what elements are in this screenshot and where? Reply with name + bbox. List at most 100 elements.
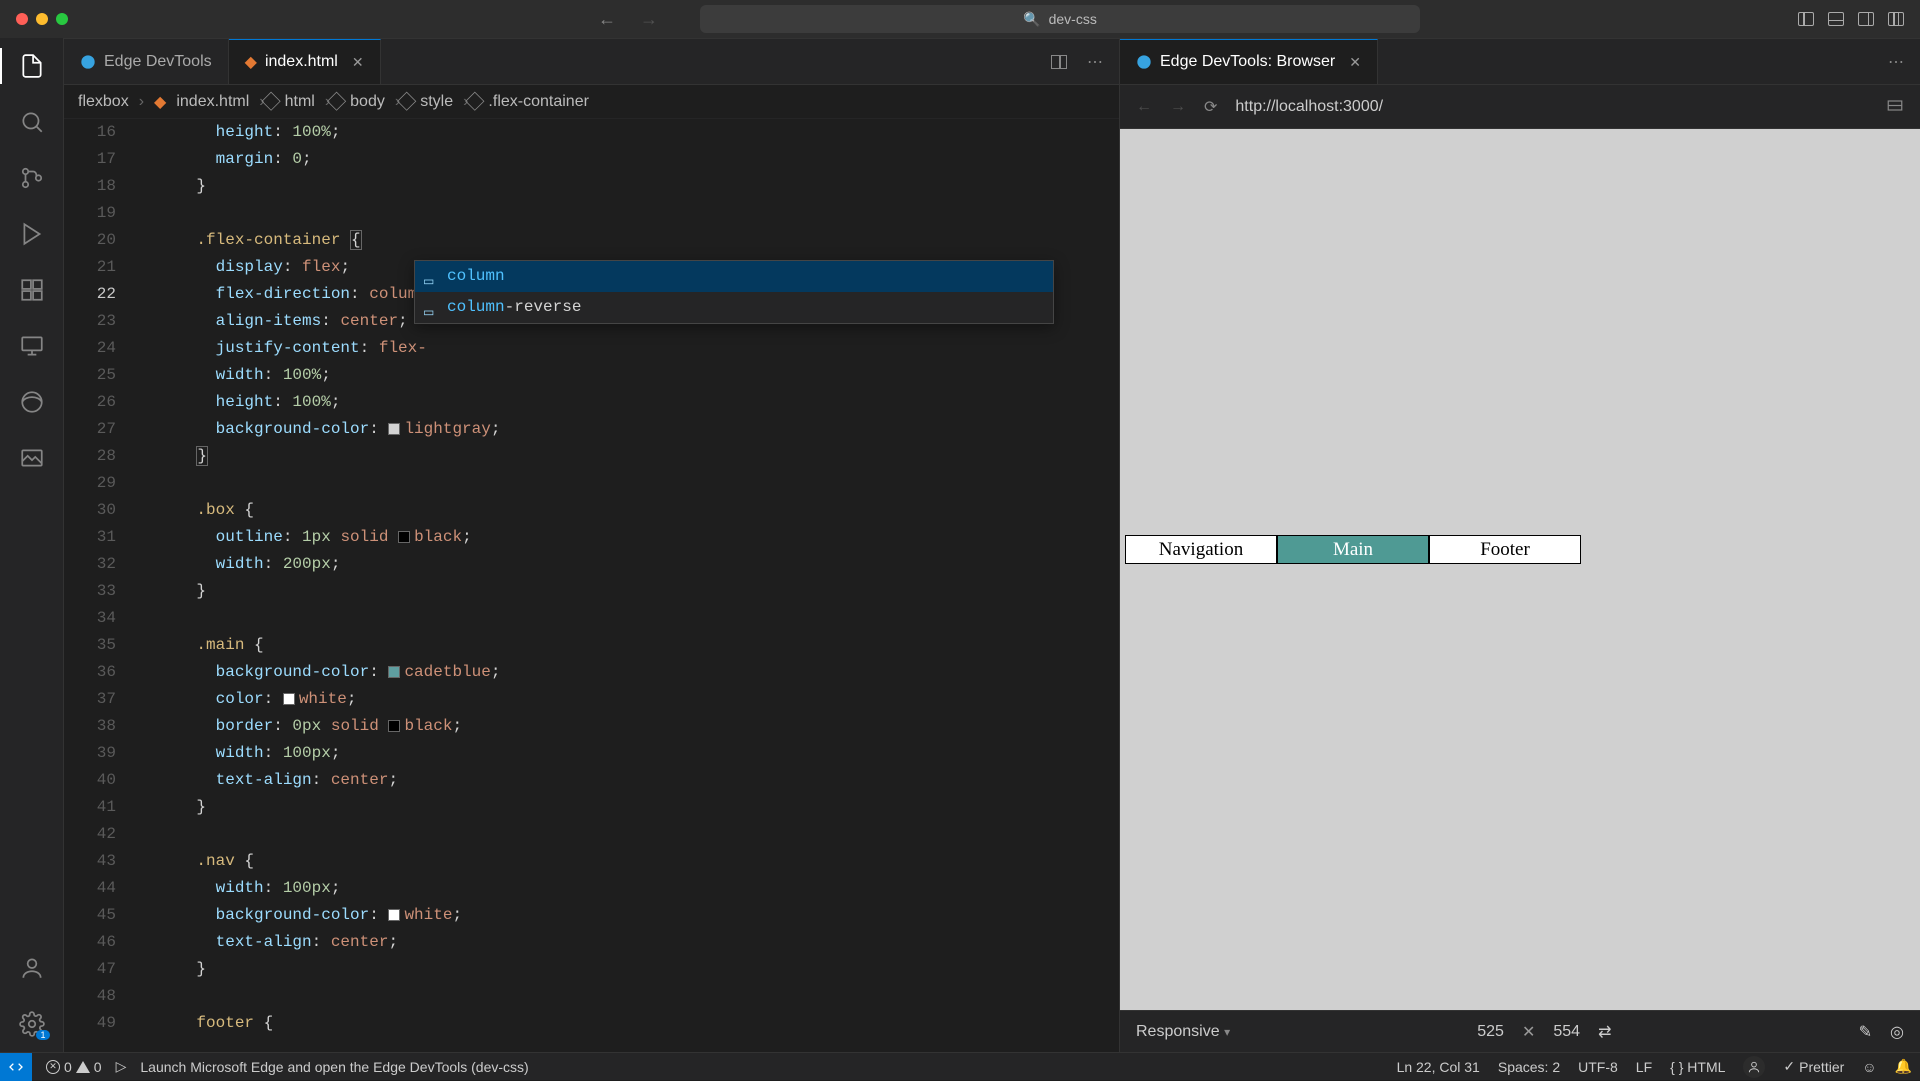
code-line[interactable]: .main { xyxy=(158,632,1119,659)
code-line[interactable]: margin: 0; xyxy=(158,146,1119,173)
close-window-icon[interactable] xyxy=(16,13,28,25)
more-actions-icon[interactable]: ⋯ xyxy=(1888,52,1904,72)
extensions-icon[interactable] xyxy=(18,276,46,304)
encoding[interactable]: UTF-8 xyxy=(1578,1059,1618,1075)
source-control-icon[interactable] xyxy=(18,164,46,192)
code-line[interactable]: text-align: center; xyxy=(158,767,1119,794)
browser-forward-icon[interactable]: → xyxy=(1170,98,1186,116)
code-line[interactable] xyxy=(158,983,1119,1010)
code-line[interactable]: border: 0px solid black; xyxy=(158,713,1119,740)
screencast-icon[interactable]: ✎ xyxy=(1859,1022,1872,1042)
command-center[interactable]: 🔍 dev-css xyxy=(700,5,1420,33)
code-line[interactable]: text-align: center; xyxy=(158,929,1119,956)
code-line[interactable]: width: 100px; xyxy=(158,740,1119,767)
editor-tabs: Edge DevTools ◆ index.html ✕ ⋯ xyxy=(64,39,1119,85)
forward-icon[interactable]: → xyxy=(640,9,658,30)
explorer-icon[interactable] xyxy=(18,52,46,80)
notifications-icon[interactable]: 🔔 xyxy=(1895,1058,1912,1075)
tab-index-html[interactable]: ◆ index.html ✕ xyxy=(229,39,381,84)
browser-back-icon[interactable]: ← xyxy=(1136,98,1152,116)
language-mode[interactable]: { } HTML xyxy=(1670,1059,1725,1075)
code-line[interactable]: } xyxy=(158,794,1119,821)
code-line[interactable]: background-color: lightgray; xyxy=(158,416,1119,443)
code-line[interactable]: height: 100%; xyxy=(158,389,1119,416)
code-line[interactable]: color: white; xyxy=(158,686,1119,713)
breadcrumb-item[interactable]: index.html xyxy=(176,93,249,111)
browser-url[interactable]: http://localhost:3000/ xyxy=(1235,98,1383,116)
layout-customize-icon[interactable] xyxy=(1888,12,1904,26)
close-tab-icon[interactable]: ✕ xyxy=(352,54,364,71)
code-line[interactable]: } xyxy=(158,578,1119,605)
viewport-mode[interactable]: Responsive ▾ xyxy=(1136,1023,1230,1041)
minimize-window-icon[interactable] xyxy=(36,13,48,25)
code-line[interactable]: .flex-container { xyxy=(158,227,1119,254)
value-icon: ▭ xyxy=(423,269,439,285)
breadcrumb-item[interactable]: style xyxy=(420,93,453,111)
code-line[interactable]: width: 200px; xyxy=(158,551,1119,578)
prettier-status[interactable]: ✓ Prettier xyxy=(1783,1058,1844,1075)
cursor-position[interactable]: Ln 22, Col 31 xyxy=(1397,1059,1480,1075)
code-line[interactable] xyxy=(158,605,1119,632)
breadcrumb-item[interactable]: body xyxy=(350,93,385,111)
breadcrumb-item[interactable]: html xyxy=(285,93,315,111)
launch-message[interactable]: Launch Microsoft Edge and open the Edge … xyxy=(140,1059,528,1075)
intellisense-popup[interactable]: ▭column▭column-reverse xyxy=(414,260,1054,324)
inspect-icon[interactable]: ◎ xyxy=(1890,1022,1904,1042)
back-icon[interactable]: ← xyxy=(598,9,616,30)
remote-explorer-icon[interactable] xyxy=(18,332,46,360)
zoom-window-icon[interactable] xyxy=(56,13,68,25)
breadcrumb[interactable]: flexbox › ◆ index.html › ⃟ html › ⃟ body… xyxy=(64,85,1119,119)
browser-reload-icon[interactable]: ⟳ xyxy=(1204,97,1217,117)
code-line[interactable] xyxy=(158,821,1119,848)
settings-gear-icon[interactable]: 1 xyxy=(18,1010,46,1038)
close-tab-icon[interactable]: ✕ xyxy=(1349,54,1361,71)
chevron-right-icon: › xyxy=(325,93,330,111)
indentation[interactable]: Spaces: 2 xyxy=(1498,1059,1560,1075)
tab-label: Edge DevTools: Browser xyxy=(1160,53,1335,71)
code-line[interactable]: width: 100px; xyxy=(158,875,1119,902)
tab-edge-devtools[interactable]: Edge DevTools xyxy=(64,39,229,84)
split-editor-icon[interactable] xyxy=(1051,55,1067,69)
layout-sidebar-right-icon[interactable] xyxy=(1858,12,1874,26)
search-icon[interactable] xyxy=(18,108,46,136)
rotate-icon[interactable]: ⇄ xyxy=(1598,1022,1611,1042)
problems-indicator[interactable]: ✕ 0 0 xyxy=(46,1059,102,1075)
code-line[interactable]: footer { xyxy=(158,1010,1119,1037)
run-debug-icon[interactable] xyxy=(18,220,46,248)
code-line[interactable]: outline: 1px solid black; xyxy=(158,524,1119,551)
code-line[interactable]: .nav { xyxy=(158,848,1119,875)
code-line[interactable]: } xyxy=(158,173,1119,200)
live-share-icon[interactable] xyxy=(1743,1056,1765,1078)
code-line[interactable]: width: 100%; xyxy=(158,362,1119,389)
breadcrumb-item[interactable]: .flex-container xyxy=(488,93,589,111)
code-line[interactable]: background-color: white; xyxy=(158,902,1119,929)
code-line[interactable]: } xyxy=(158,956,1119,983)
code-lines[interactable]: height: 100%; margin: 0; } .flex-contain… xyxy=(152,119,1119,1052)
code-line[interactable]: .box { xyxy=(158,497,1119,524)
viewport-height[interactable]: 554 xyxy=(1553,1023,1580,1041)
more-actions-icon[interactable]: ⋯ xyxy=(1087,52,1103,72)
suggest-item[interactable]: ▭column-reverse xyxy=(415,292,1053,323)
code-line[interactable]: } xyxy=(158,443,1119,470)
browser-viewport[interactable]: Navigation Main Footer xyxy=(1120,129,1920,1010)
viewport-width[interactable]: 525 xyxy=(1477,1023,1504,1041)
code-line[interactable] xyxy=(158,470,1119,497)
code-line[interactable]: background-color: cadetblue; xyxy=(158,659,1119,686)
gallery-icon[interactable] xyxy=(18,444,46,472)
tab-edge-browser[interactable]: Edge DevTools: Browser ✕ xyxy=(1120,39,1378,84)
code-line[interactable]: justify-content: flex- xyxy=(158,335,1119,362)
code-line[interactable] xyxy=(158,200,1119,227)
remote-indicator[interactable] xyxy=(0,1053,32,1081)
open-devtools-icon[interactable] xyxy=(1886,98,1904,116)
layout-panel-icon[interactable] xyxy=(1828,12,1844,26)
feedback-icon[interactable]: ☺ xyxy=(1862,1059,1876,1075)
layout-sidebar-left-icon[interactable] xyxy=(1798,12,1814,26)
suggest-item[interactable]: ▭column xyxy=(415,261,1053,292)
accounts-icon[interactable] xyxy=(18,954,46,982)
edge-tools-icon[interactable] xyxy=(18,388,46,416)
code-editor[interactable]: 1617181920212223242526272829303132333435… xyxy=(64,119,1119,1052)
debug-launch-icon[interactable]: ▷ xyxy=(116,1058,127,1075)
code-line[interactable]: height: 100%; xyxy=(158,119,1119,146)
breadcrumb-item[interactable]: flexbox xyxy=(78,93,129,111)
eol[interactable]: LF xyxy=(1636,1059,1652,1075)
